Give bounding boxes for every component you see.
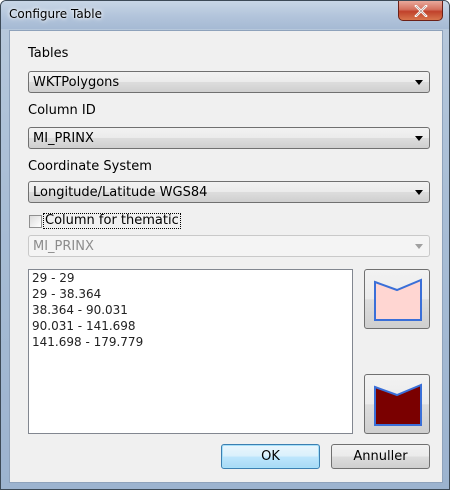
configure-table-window: Configure Table Tables WKTPolygons Colum… <box>0 0 450 490</box>
thematic-checkbox[interactable] <box>29 215 42 228</box>
coordinate-system-select[interactable]: Longitude/Latitude WGS84 <box>28 181 430 203</box>
list-item[interactable]: 29 - 29 <box>29 270 352 286</box>
column-id-label: Column ID <box>28 103 96 118</box>
tables-label: Tables <box>28 46 69 61</box>
chevron-down-icon <box>415 136 423 141</box>
column-id-select-value: MI_PRINX <box>33 131 94 146</box>
list-item[interactable]: 90.031 - 141.698 <box>29 318 352 334</box>
window-title: Configure Table <box>9 7 103 21</box>
dialog-body: Tables WKTPolygons Column ID MI_PRINX Co… <box>9 30 443 483</box>
chevron-down-icon <box>415 244 423 249</box>
close-icon <box>413 4 428 17</box>
cancel-button[interactable]: Annuller <box>331 444 430 469</box>
thematic-column-select-value: MI_PRINX <box>33 239 94 254</box>
column-id-select[interactable]: MI_PRINX <box>28 127 430 149</box>
polygon-end-style-icon <box>374 383 422 426</box>
end-style-button[interactable] <box>364 374 430 434</box>
chevron-down-icon <box>415 80 423 85</box>
list-item[interactable]: 38.364 - 90.031 <box>29 302 352 318</box>
list-item[interactable]: 29 - 38.364 <box>29 286 352 302</box>
ok-button[interactable]: OK <box>221 444 320 469</box>
start-style-button[interactable] <box>364 269 430 329</box>
tables-select-value: WKTPolygons <box>33 75 120 90</box>
coordinate-system-label: Coordinate System <box>28 159 152 174</box>
title-bar[interactable]: Configure Table <box>1 1 449 29</box>
chevron-down-icon <box>415 190 423 195</box>
ranges-list[interactable]: 29 - 29 29 - 38.364 38.364 - 90.031 90.0… <box>28 269 353 434</box>
thematic-checkbox-label[interactable]: Column for thematic <box>43 213 181 229</box>
coordinate-system-select-value: Longitude/Latitude WGS84 <box>33 185 208 200</box>
thematic-column-select[interactable]: MI_PRINX <box>28 235 430 257</box>
polygon-start-style-icon <box>374 278 422 321</box>
tables-select[interactable]: WKTPolygons <box>28 71 430 93</box>
list-item[interactable]: 141.698 - 179.779 <box>29 334 352 350</box>
close-button[interactable] <box>398 1 443 21</box>
